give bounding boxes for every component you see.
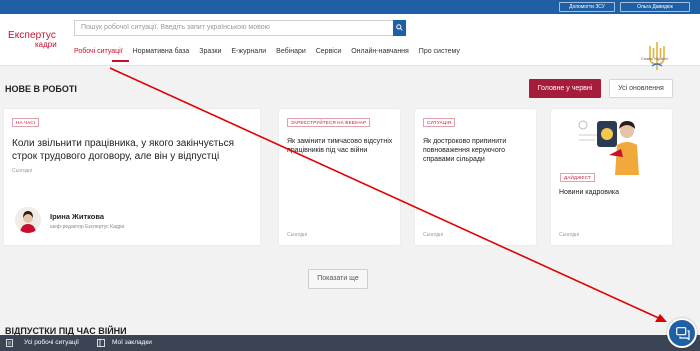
card-date: Сьогодні	[423, 232, 444, 238]
article-card[interactable]: ЗАРЕЄСТРУЙТЕСЯ НА ВЕБІНАР Як замінити ти…	[279, 109, 400, 245]
brand-logo[interactable]: Експертус кадри	[8, 31, 57, 49]
card-title[interactable]: Коли звільнити працівника, у якого закін…	[12, 137, 252, 163]
card-badge: ЗАРЕЄСТРУЙТЕСЯ НА ВЕБІНАР	[287, 118, 371, 127]
all-work-situations-link[interactable]: Усі робочі ситуації	[24, 339, 79, 346]
article-card[interactable]: ДАЙДЖЕСТ Новини кадровика Сьогодні	[551, 109, 672, 245]
card-title[interactable]: Новини кадровика	[559, 188, 667, 197]
bookmark-icon	[97, 339, 105, 347]
nav-item-online-learning[interactable]: Онлайн-навчання	[351, 48, 409, 55]
active-nav-indicator	[112, 60, 129, 62]
user-account-button[interactable]: Ольга Давидюк	[620, 2, 690, 12]
site-header: Експертус кадри Пошук робочої ситуації. …	[0, 14, 700, 70]
card-badge: ДАЙДЖЕСТ	[560, 173, 595, 182]
card-badge: НА ЧАСІ	[12, 118, 40, 127]
logo-subtitle: кадри	[35, 40, 57, 49]
nav-item-work-situations[interactable]: Робочі ситуації	[74, 48, 123, 55]
nav-item-about[interactable]: Про систему	[419, 48, 460, 55]
main-in-june-button[interactable]: Головне у червні	[529, 79, 601, 98]
section-title-new-at-work: НОВЕ В РОБОТІ	[5, 84, 77, 94]
search-icon	[396, 24, 403, 31]
card-badge: СИТУАЦІЯ	[423, 118, 456, 127]
emblem-caption: Слава Україні!	[641, 56, 668, 61]
bottom-toolbar: Усі робочі ситуації Мої закладки	[0, 335, 700, 351]
card-title[interactable]: Як замінити тимчасово відсутніх працівни…	[287, 137, 395, 155]
author-avatar	[15, 207, 41, 233]
all-updates-button[interactable]: Усі оновлення	[609, 79, 673, 98]
top-utility-bar: Допомогти ЗСУ Ольга Давидюк	[0, 0, 700, 14]
article-card[interactable]: СИТУАЦІЯ Як достроково припинити повнова…	[415, 109, 536, 245]
search-input[interactable]: Пошук робочої ситуації. Введіть запит ук…	[74, 20, 406, 36]
digest-illustration-icon	[578, 120, 639, 175]
author-photo-icon	[15, 207, 41, 233]
nav-item-samples[interactable]: Зразки	[199, 48, 221, 55]
chat-icon	[676, 327, 690, 340]
card-title[interactable]: Як достроково припинити повноваження кер…	[423, 137, 531, 164]
card-date: Сьогодні	[12, 168, 33, 174]
show-more-button[interactable]: Показати ще	[308, 269, 368, 289]
main-navigation: Робочі ситуації Нормативна база Зразки Е…	[74, 48, 468, 55]
nav-item-e-journals[interactable]: Е-журнали	[231, 48, 266, 55]
document-icon	[6, 339, 13, 347]
search-button[interactable]	[393, 20, 406, 36]
nav-item-services[interactable]: Сервіси	[316, 48, 342, 55]
support-army-button[interactable]: Допомогти ЗСУ	[559, 2, 615, 12]
nav-item-webinars[interactable]: Вебінари	[276, 48, 306, 55]
my-bookmarks-link[interactable]: Мої закладки	[112, 339, 152, 346]
chat-button[interactable]	[667, 318, 697, 348]
card-date: Сьогодні	[287, 232, 308, 238]
nav-item-regulations[interactable]: Нормативна база	[133, 48, 190, 55]
article-card[interactable]: НА ЧАСІ Коли звільнити працівника, у яко…	[4, 109, 260, 245]
author-role: шеф-редактор Експертус Кадри	[50, 224, 125, 230]
search-placeholder: Пошук робочої ситуації. Введіть запит ук…	[81, 24, 270, 31]
author-name[interactable]: Ірина Житкова	[50, 212, 104, 221]
card-date: Сьогодні	[559, 232, 580, 238]
